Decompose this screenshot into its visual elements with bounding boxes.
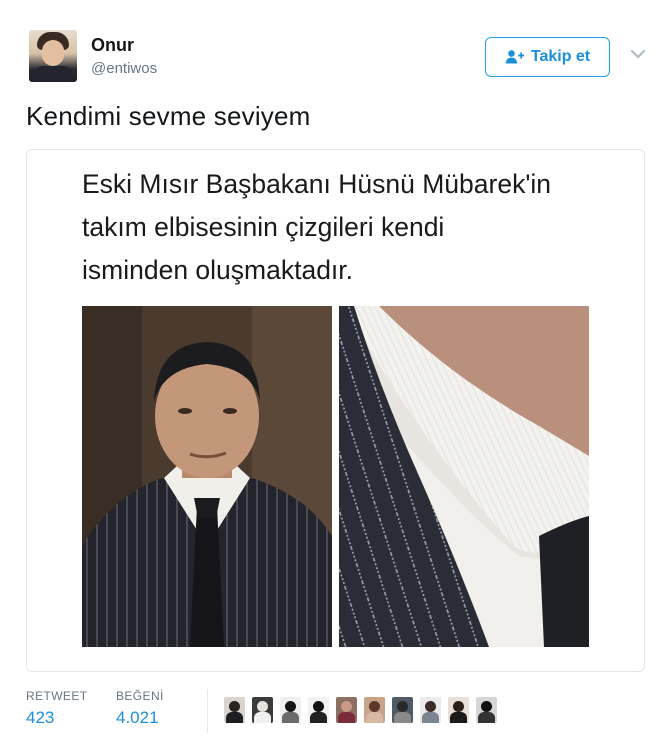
avatar-body [33, 66, 73, 82]
liker-avatar[interactable] [476, 697, 497, 723]
tweet-stats: RETWEET 423 BEĞENİ 4.021 [26, 689, 646, 734]
like-stat[interactable]: BEĞENİ 4.021 [116, 689, 164, 728]
liker-avatar[interactable] [308, 697, 329, 723]
suit-closeup-photo[interactable] [339, 306, 589, 647]
user-display-name[interactable]: Onur [91, 35, 134, 56]
like-count: 4.021 [116, 708, 159, 727]
liker-avatar[interactable] [364, 697, 385, 723]
tweet-media-card[interactable]: Eski Mısır Başbakanı Hüsnü Mübarek'in ta… [26, 149, 645, 672]
liker-avatar[interactable] [448, 697, 469, 723]
retweet-count: 423 [26, 708, 55, 727]
caption-line: Eski Mısır Başbakanı Hüsnü Mübarek'in [82, 169, 552, 199]
retweet-stat[interactable]: RETWEET 423 [26, 689, 87, 728]
user-avatar[interactable] [29, 30, 77, 82]
media-caption: Eski Mısır Başbakanı Hüsnü Mübarek'in ta… [82, 163, 622, 292]
add-user-icon [505, 49, 525, 65]
caption-line: takım elbisesinin çizgileri kendi [82, 212, 445, 242]
liker-avatar[interactable] [420, 697, 441, 723]
follow-button[interactable]: Takip et [485, 37, 610, 77]
likers-avatars [224, 697, 497, 725]
liker-avatar[interactable] [392, 697, 413, 723]
portrait-photo[interactable] [82, 306, 332, 647]
stats-divider [207, 689, 208, 733]
liker-avatar[interactable] [252, 697, 273, 723]
user-handle[interactable]: @entiwos [91, 60, 157, 77]
like-label: BEĞENİ [116, 689, 164, 703]
liker-avatar[interactable] [280, 697, 301, 723]
chevron-down-icon[interactable] [630, 48, 646, 60]
follow-button-label: Takip et [530, 48, 591, 65]
retweet-label: RETWEET [26, 689, 88, 703]
tweet-header: Onur @entiwos Takip et [29, 30, 649, 86]
tweet-text: Kendimi sevme seviyem [26, 101, 311, 131]
liker-avatar[interactable] [224, 697, 245, 723]
caption-line: isminden oluşmaktadır. [82, 255, 354, 285]
avatar-face [42, 40, 64, 66]
liker-avatar[interactable] [336, 697, 357, 723]
